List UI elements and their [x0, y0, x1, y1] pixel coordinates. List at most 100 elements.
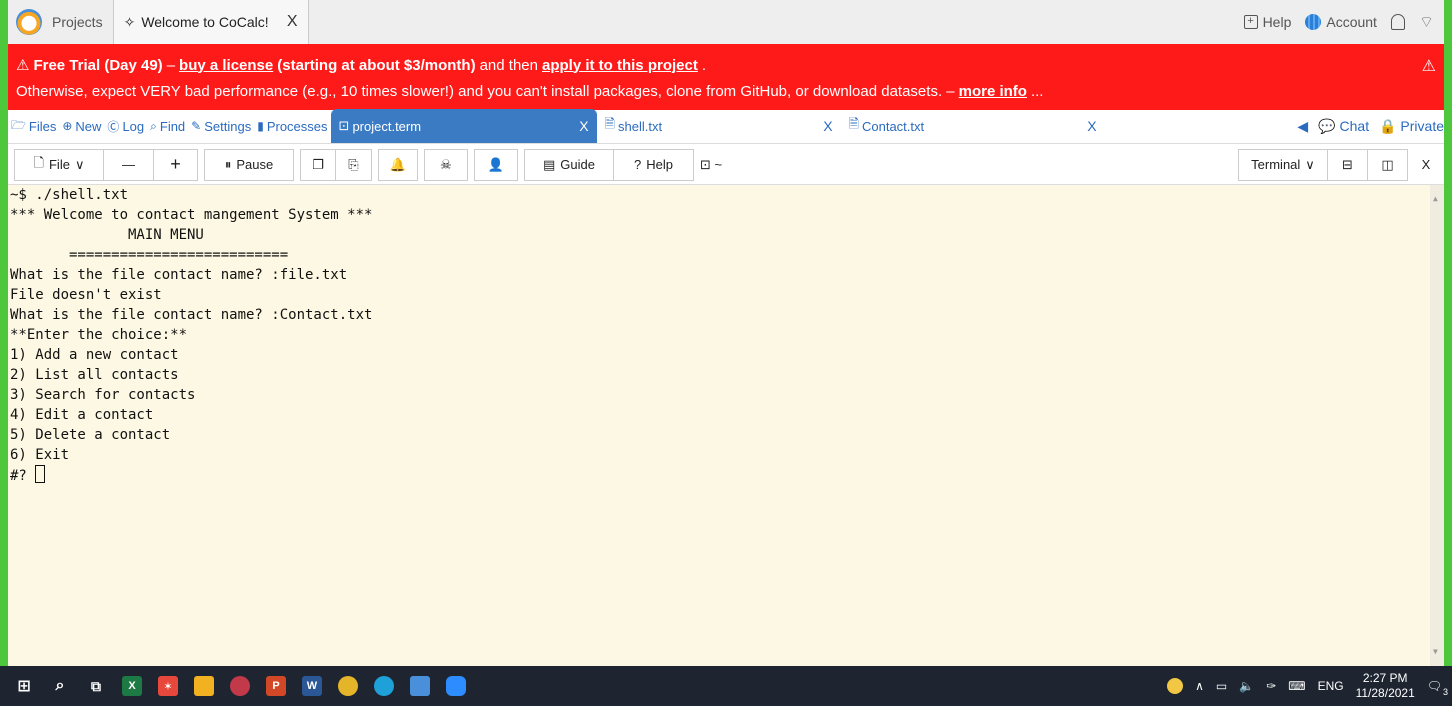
terminal-line: ~$ ./shell.txt	[10, 187, 129, 203]
guide-button[interactable]: ▤ Guide	[524, 148, 614, 181]
terminal-file-icon: ⊡	[338, 118, 350, 133]
more-info-link[interactable]: more info	[959, 83, 1027, 100]
powerpoint-icon[interactable]: P	[266, 676, 286, 696]
pricing-text: (starting at about $3/month)	[277, 56, 476, 74]
kill-process-button[interactable]: ☠	[424, 148, 468, 181]
word-icon[interactable]: W	[302, 676, 322, 696]
terminal-scrollbar[interactable]: ▲ ▼	[1430, 185, 1444, 666]
file-tab-shell[interactable]: 🗎 shell.txt X	[597, 109, 841, 143]
terminal-lines: ~$ ./shell.txt *** Welcome to contact man…	[10, 185, 1444, 465]
file-menu-button[interactable]: 🗋 File ∨	[14, 148, 104, 181]
collapse-left-icon[interactable]: ◀	[1297, 118, 1308, 135]
pen-icon[interactable]: ✑	[1266, 679, 1276, 693]
search-icon[interactable]: ⌕	[50, 676, 70, 696]
split-horizontal-button[interactable]: ⊟	[1328, 148, 1368, 181]
excel-icon[interactable]: X	[122, 676, 142, 696]
nav-settings[interactable]: ✎ Settings	[188, 109, 254, 143]
keyboard-icon[interactable]: ⌨	[1288, 679, 1305, 693]
help-button[interactable]: + Help	[1243, 14, 1291, 30]
nav-processes[interactable]: ▮ Processes	[254, 109, 330, 143]
nav-log[interactable]: Ⓒ Log	[104, 109, 147, 143]
banner-period: .	[701, 56, 707, 74]
scroll-down-icon[interactable]: ▼	[1433, 642, 1438, 662]
pause-icon: ⏸	[224, 156, 232, 172]
split-vertical-button[interactable]: ◫	[1368, 148, 1408, 181]
folder-icon: 🗁	[11, 117, 26, 132]
decrease-font-button[interactable]: —	[104, 148, 154, 181]
terminal-prompt-line: #?	[10, 465, 1444, 486]
app-icon[interactable]	[410, 676, 430, 696]
help-toolbar-button[interactable]: ? Help	[614, 148, 694, 181]
terminal-path-label: ~	[714, 157, 723, 172]
nav-files[interactable]: 🗁 Files	[8, 109, 59, 143]
nav-new[interactable]: ⊕ New	[59, 109, 104, 143]
file-tab-contact[interactable]: 🗎 Contact.txt X	[841, 109, 1105, 143]
notifications-bell-icon[interactable]	[1390, 14, 1405, 30]
close-file-tab-icon[interactable]: X	[1087, 118, 1096, 134]
terminal-line: What is the file contact name? :file.txt	[10, 267, 348, 283]
apply-to-project-link[interactable]: apply it to this project	[542, 57, 698, 74]
plus-label: +	[170, 154, 181, 174]
scroll-up-icon[interactable]: ▲	[1433, 189, 1438, 209]
increase-font-button[interactable]: +	[154, 148, 198, 181]
chat-button[interactable]: 💬 Chat	[1318, 118, 1369, 135]
terminal-line: 3) Search for contacts	[10, 387, 196, 403]
party-app-icon[interactable]: ✶	[158, 676, 178, 696]
pause-button[interactable]: ⏸ Pause	[204, 148, 294, 181]
close-file-tab-icon[interactable]: X	[579, 118, 588, 134]
lock-icon: 🔒	[1379, 117, 1397, 134]
file-tab-label: project.term	[352, 118, 422, 134]
clock-date: 11/28/2021	[1355, 686, 1415, 700]
help-box-icon: +	[1243, 15, 1258, 29]
file-tab-project-term[interactable]: ⊡ project.term X	[330, 109, 597, 143]
volume-icon[interactable]: 🔈	[1239, 679, 1254, 693]
close-frame-button[interactable]: X	[1408, 148, 1444, 181]
clock-time: 2:27 PM	[1362, 671, 1408, 685]
close-tab-icon[interactable]: X	[287, 13, 298, 31]
tab-projects[interactable]: Projects	[42, 0, 113, 44]
battery-icon[interactable]: ▭	[1216, 679, 1227, 693]
paste-button[interactable]: ⎘	[336, 148, 372, 181]
terminal-prompt: #?	[10, 468, 36, 484]
nav-find[interactable]: ⌕ Find	[147, 109, 188, 143]
bell-button[interactable]: 🔔	[378, 148, 418, 181]
account-button[interactable]: Account	[1305, 14, 1377, 30]
windows-start-icon[interactable]: ⊞	[14, 676, 34, 696]
split-horizontal-icon: ⊟	[1342, 156, 1353, 172]
buy-license-link[interactable]: buy a license	[179, 57, 273, 74]
cocalc-logo-icon[interactable]	[16, 9, 42, 35]
terminal-line: 5) Delete a contact	[10, 427, 171, 443]
terminal-output[interactable]: ~$ ./shell.txt *** Welcome to contact man…	[8, 185, 1444, 666]
and-then-text: and then	[479, 56, 538, 74]
zoom-icon[interactable]	[446, 676, 466, 696]
clear-users-button[interactable]: 👤	[474, 148, 518, 181]
copy-button[interactable]: ❐	[300, 148, 336, 181]
terminal-mode-dropdown[interactable]: Terminal ∨	[1238, 148, 1328, 181]
snip-tool-icon[interactable]	[230, 676, 250, 696]
task-view-icon[interactable]: ⧉	[86, 676, 106, 696]
terminal-cursor	[35, 465, 46, 483]
notification-center-icon[interactable]: 🗨 3	[1427, 679, 1448, 697]
weather-icon[interactable]	[1167, 678, 1184, 694]
banner-ellipsis: ...	[1030, 82, 1044, 100]
language-indicator[interactable]: ENG	[1318, 679, 1344, 693]
tab-welcome[interactable]: ✧ Welcome to CoCalc! X	[112, 0, 309, 44]
nav-processes-label: Processes	[266, 118, 328, 134]
connection-wifi-icon[interactable]: ⌔	[1419, 12, 1434, 32]
private-button[interactable]: 🔒 Private	[1379, 118, 1444, 135]
file-icon: 🗋	[33, 154, 44, 170]
chrome-icon[interactable]	[338, 676, 358, 696]
account-label: Account	[1326, 14, 1377, 30]
edge-icon[interactable]	[374, 676, 394, 696]
performance-warning-text: Otherwise, expect VERY bad performance (…	[16, 82, 955, 100]
terminal-line: What is the file contact name? :Contact.…	[10, 307, 373, 323]
close-file-tab-icon[interactable]: X	[823, 118, 832, 134]
nav-log-label: Log	[122, 118, 145, 134]
tray-chevron-icon[interactable]: ∧	[1195, 679, 1204, 693]
file-explorer-icon[interactable]	[194, 676, 214, 696]
tab-welcome-label: Welcome to CoCalc!	[141, 14, 269, 30]
file-tab-label: shell.txt	[617, 118, 663, 134]
processes-icon: ▮	[257, 119, 264, 133]
terminal-small-icon: ⊡	[700, 156, 711, 172]
clock[interactable]: 2:27 PM 11/28/2021	[1356, 671, 1415, 701]
